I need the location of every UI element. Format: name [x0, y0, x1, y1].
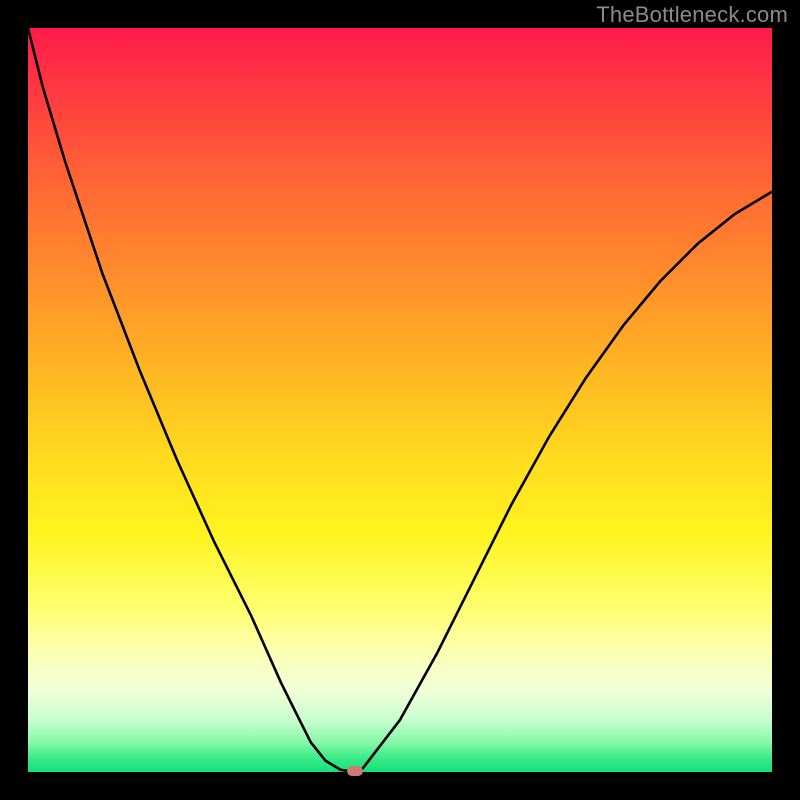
minimum-marker — [347, 766, 363, 776]
bottleneck-curve — [28, 28, 772, 772]
chart-frame: TheBottleneck.com — [0, 0, 800, 800]
curve-path — [28, 28, 772, 772]
watermark-text: TheBottleneck.com — [596, 2, 788, 28]
